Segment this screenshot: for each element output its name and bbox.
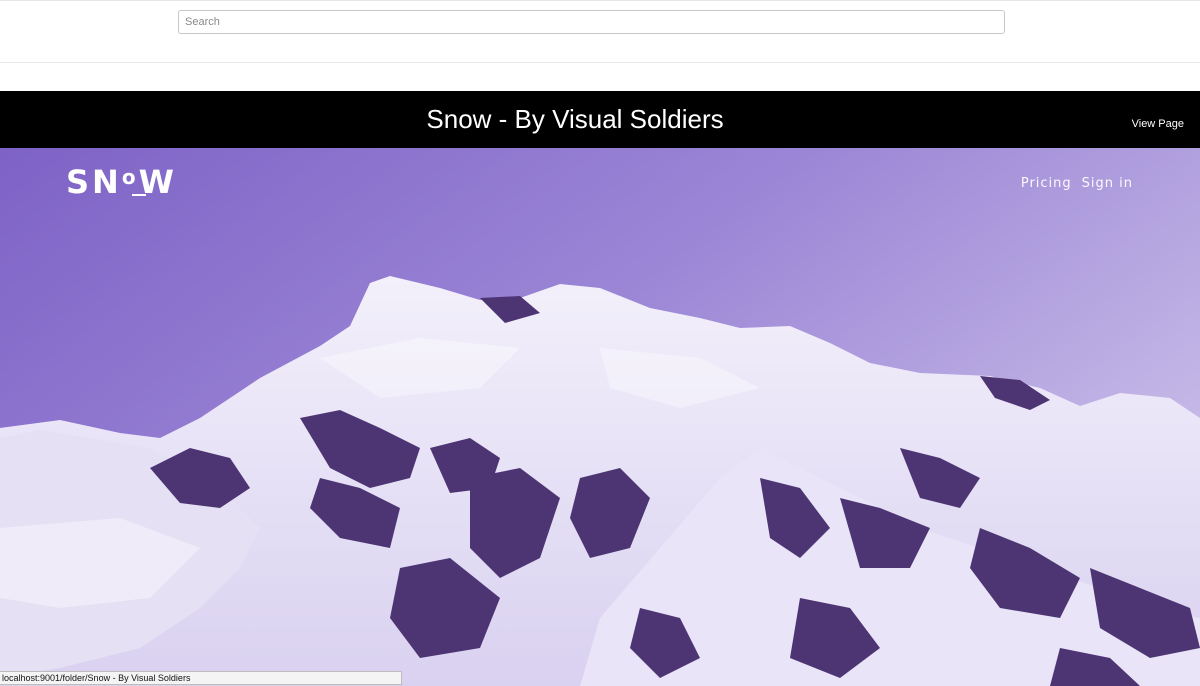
mountain-hero-image bbox=[0, 148, 1200, 686]
nav-sign-in-link[interactable]: Sign in bbox=[1082, 176, 1133, 191]
snow-logo[interactable]: SNoW bbox=[66, 164, 177, 204]
spacer bbox=[0, 63, 1200, 91]
logo-part-sn: SN bbox=[66, 163, 122, 201]
view-page-link[interactable]: View Page bbox=[1132, 118, 1184, 130]
site-nav: Pricing Sign in bbox=[1021, 176, 1133, 191]
nav-pricing-link[interactable]: Pricing bbox=[1021, 176, 1072, 191]
preview-title-bar: Snow - By Visual Soldiers View Page bbox=[0, 91, 1200, 148]
page-title: Snow - By Visual Soldiers bbox=[426, 104, 724, 134]
hero-section: SNoW Pricing Sign in bbox=[0, 148, 1200, 686]
status-bar-url: localhost:9001/folder/Snow - By Visual S… bbox=[0, 671, 402, 685]
logo-underline bbox=[132, 194, 146, 196]
search-bar-area bbox=[0, 0, 1200, 63]
logo-part-o: o bbox=[121, 165, 139, 189]
search-input[interactable] bbox=[178, 10, 1005, 34]
